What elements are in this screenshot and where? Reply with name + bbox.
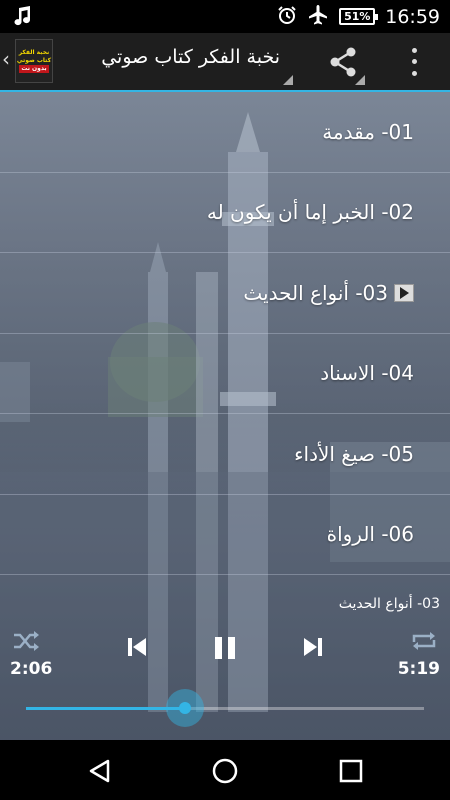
- elapsed-time: 2:06: [10, 659, 53, 679]
- status-time: 16:59: [385, 5, 440, 28]
- now-playing-title: 03- أنواع الحديث: [338, 596, 440, 612]
- next-button[interactable]: [302, 635, 324, 659]
- now-playing-icon: [394, 283, 414, 302]
- airplane-mode-icon: [307, 4, 329, 30]
- home-button[interactable]: [211, 757, 239, 785]
- back-triangle-icon: [89, 759, 110, 783]
- repeat-icon[interactable]: [410, 630, 438, 652]
- home-circle-icon: [212, 758, 238, 784]
- track-item[interactable]: 05- صيغ الأداء: [0, 414, 450, 495]
- share-button[interactable]: [326, 45, 360, 79]
- logo-line-1: نخبة الفكر: [18, 49, 50, 56]
- track-item[interactable]: 04- الاسناد: [0, 334, 450, 414]
- seek-bar[interactable]: [26, 689, 424, 727]
- track-label: 03- أنواع الحديث: [243, 280, 388, 305]
- track-item-playing[interactable]: 03- أنواع الحديث: [0, 253, 450, 334]
- overflow-dot: [411, 48, 417, 54]
- music-note-icon: [12, 5, 32, 31]
- seek-bar-thumb[interactable]: [166, 689, 204, 727]
- app-logo[interactable]: نخبة الفكر كتاب صوتي بدون نت: [15, 39, 53, 83]
- track-label: 02- الخبر إما أن يكون له: [206, 200, 414, 225]
- main-content: 01- مقدمة 02- الخبر إما أن يكون له 03- أ…: [0, 92, 450, 740]
- track-label: 01- مقدمة: [322, 119, 414, 144]
- action-bar: ‹ نخبة الفكر كتاب صوتي بدون نت نخبة الفك…: [0, 33, 450, 90]
- share-icon: [330, 47, 356, 77]
- pause-button[interactable]: [212, 635, 238, 661]
- system-nav-bar: [0, 740, 450, 800]
- share-dropdown-indicator: [355, 75, 365, 85]
- overflow-dot: [411, 70, 417, 76]
- battery-icon: 51%: [339, 8, 379, 25]
- track-item[interactable]: 06- الرواة: [0, 495, 450, 575]
- track-label: 04- الاسناد: [320, 361, 414, 386]
- recents-square-icon: [339, 759, 363, 783]
- logo-line-2: كتاب صوتي: [16, 57, 52, 64]
- skip-next-icon: [304, 638, 322, 656]
- total-time: 5:19: [397, 659, 440, 679]
- track-label: 06- الرواة: [326, 522, 414, 547]
- track-label: 05- صيغ الأداء: [294, 441, 414, 466]
- track-list: 01- مقدمة 02- الخبر إما أن يكون له 03- أ…: [0, 92, 450, 575]
- seek-bar-progress: [26, 707, 185, 710]
- overflow-dot: [411, 59, 417, 65]
- status-bar: 51% 16:59: [0, 0, 450, 33]
- alarm-icon: [277, 5, 297, 29]
- recents-button[interactable]: [337, 757, 365, 785]
- track-item[interactable]: 01- مقدمة: [0, 92, 450, 173]
- overflow-menu-button[interactable]: [404, 45, 424, 79]
- back-button[interactable]: [86, 757, 114, 785]
- pause-icon: [215, 637, 235, 659]
- track-item[interactable]: 02- الخبر إما أن يكون له: [0, 173, 450, 253]
- logo-line-3: بدون نت: [19, 65, 49, 73]
- app-title[interactable]: نخبة الفكر كتاب صوتي: [70, 46, 280, 68]
- back-chevron-icon[interactable]: ‹: [2, 47, 10, 71]
- shuffle-icon[interactable]: [12, 630, 40, 652]
- previous-button[interactable]: [126, 635, 148, 659]
- skip-previous-icon: [128, 638, 146, 656]
- title-dropdown-indicator: [283, 75, 293, 85]
